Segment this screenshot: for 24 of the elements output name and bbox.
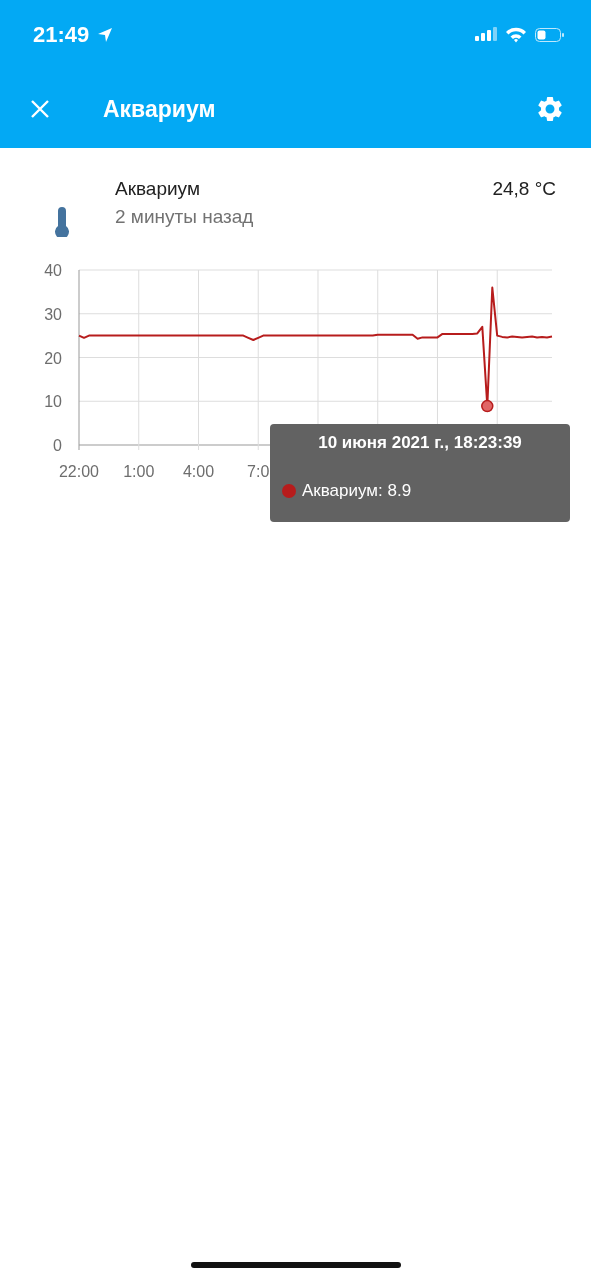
wifi-icon: [505, 27, 527, 43]
axis-label: 4:00: [182, 463, 215, 480]
axis-label: 1:00: [123, 463, 155, 480]
axis-label: 20: [44, 349, 62, 367]
tooltip-title: 10 июня 2021 г., 18:23:39: [317, 433, 523, 453]
close-icon[interactable]: [30, 99, 50, 119]
axis-label: 10: [44, 393, 62, 411]
tooltip-value: Аквариум: 8.9: [302, 481, 412, 501]
axis-label: 0: [53, 437, 62, 454]
axis-label: 30: [44, 305, 62, 323]
thermometer-icon: [53, 207, 71, 237]
sensor-value: 24,8 °C: [492, 178, 556, 200]
location-arrow-icon: [97, 27, 114, 43]
axis-label: 22:00: [59, 463, 99, 480]
page-title: Аквариум: [103, 95, 216, 123]
sensor-name: Аквариум: [115, 178, 201, 200]
axis-label: 40: [44, 262, 62, 279]
last-updated: 2 минуты назад: [115, 206, 255, 228]
settings-icon[interactable]: [535, 94, 565, 124]
data-point: [481, 399, 494, 413]
status-time: 21:49: [33, 22, 90, 48]
signal-icon: [475, 27, 497, 43]
battery-icon: [535, 27, 565, 43]
axis-label: 7:0: [247, 463, 270, 480]
